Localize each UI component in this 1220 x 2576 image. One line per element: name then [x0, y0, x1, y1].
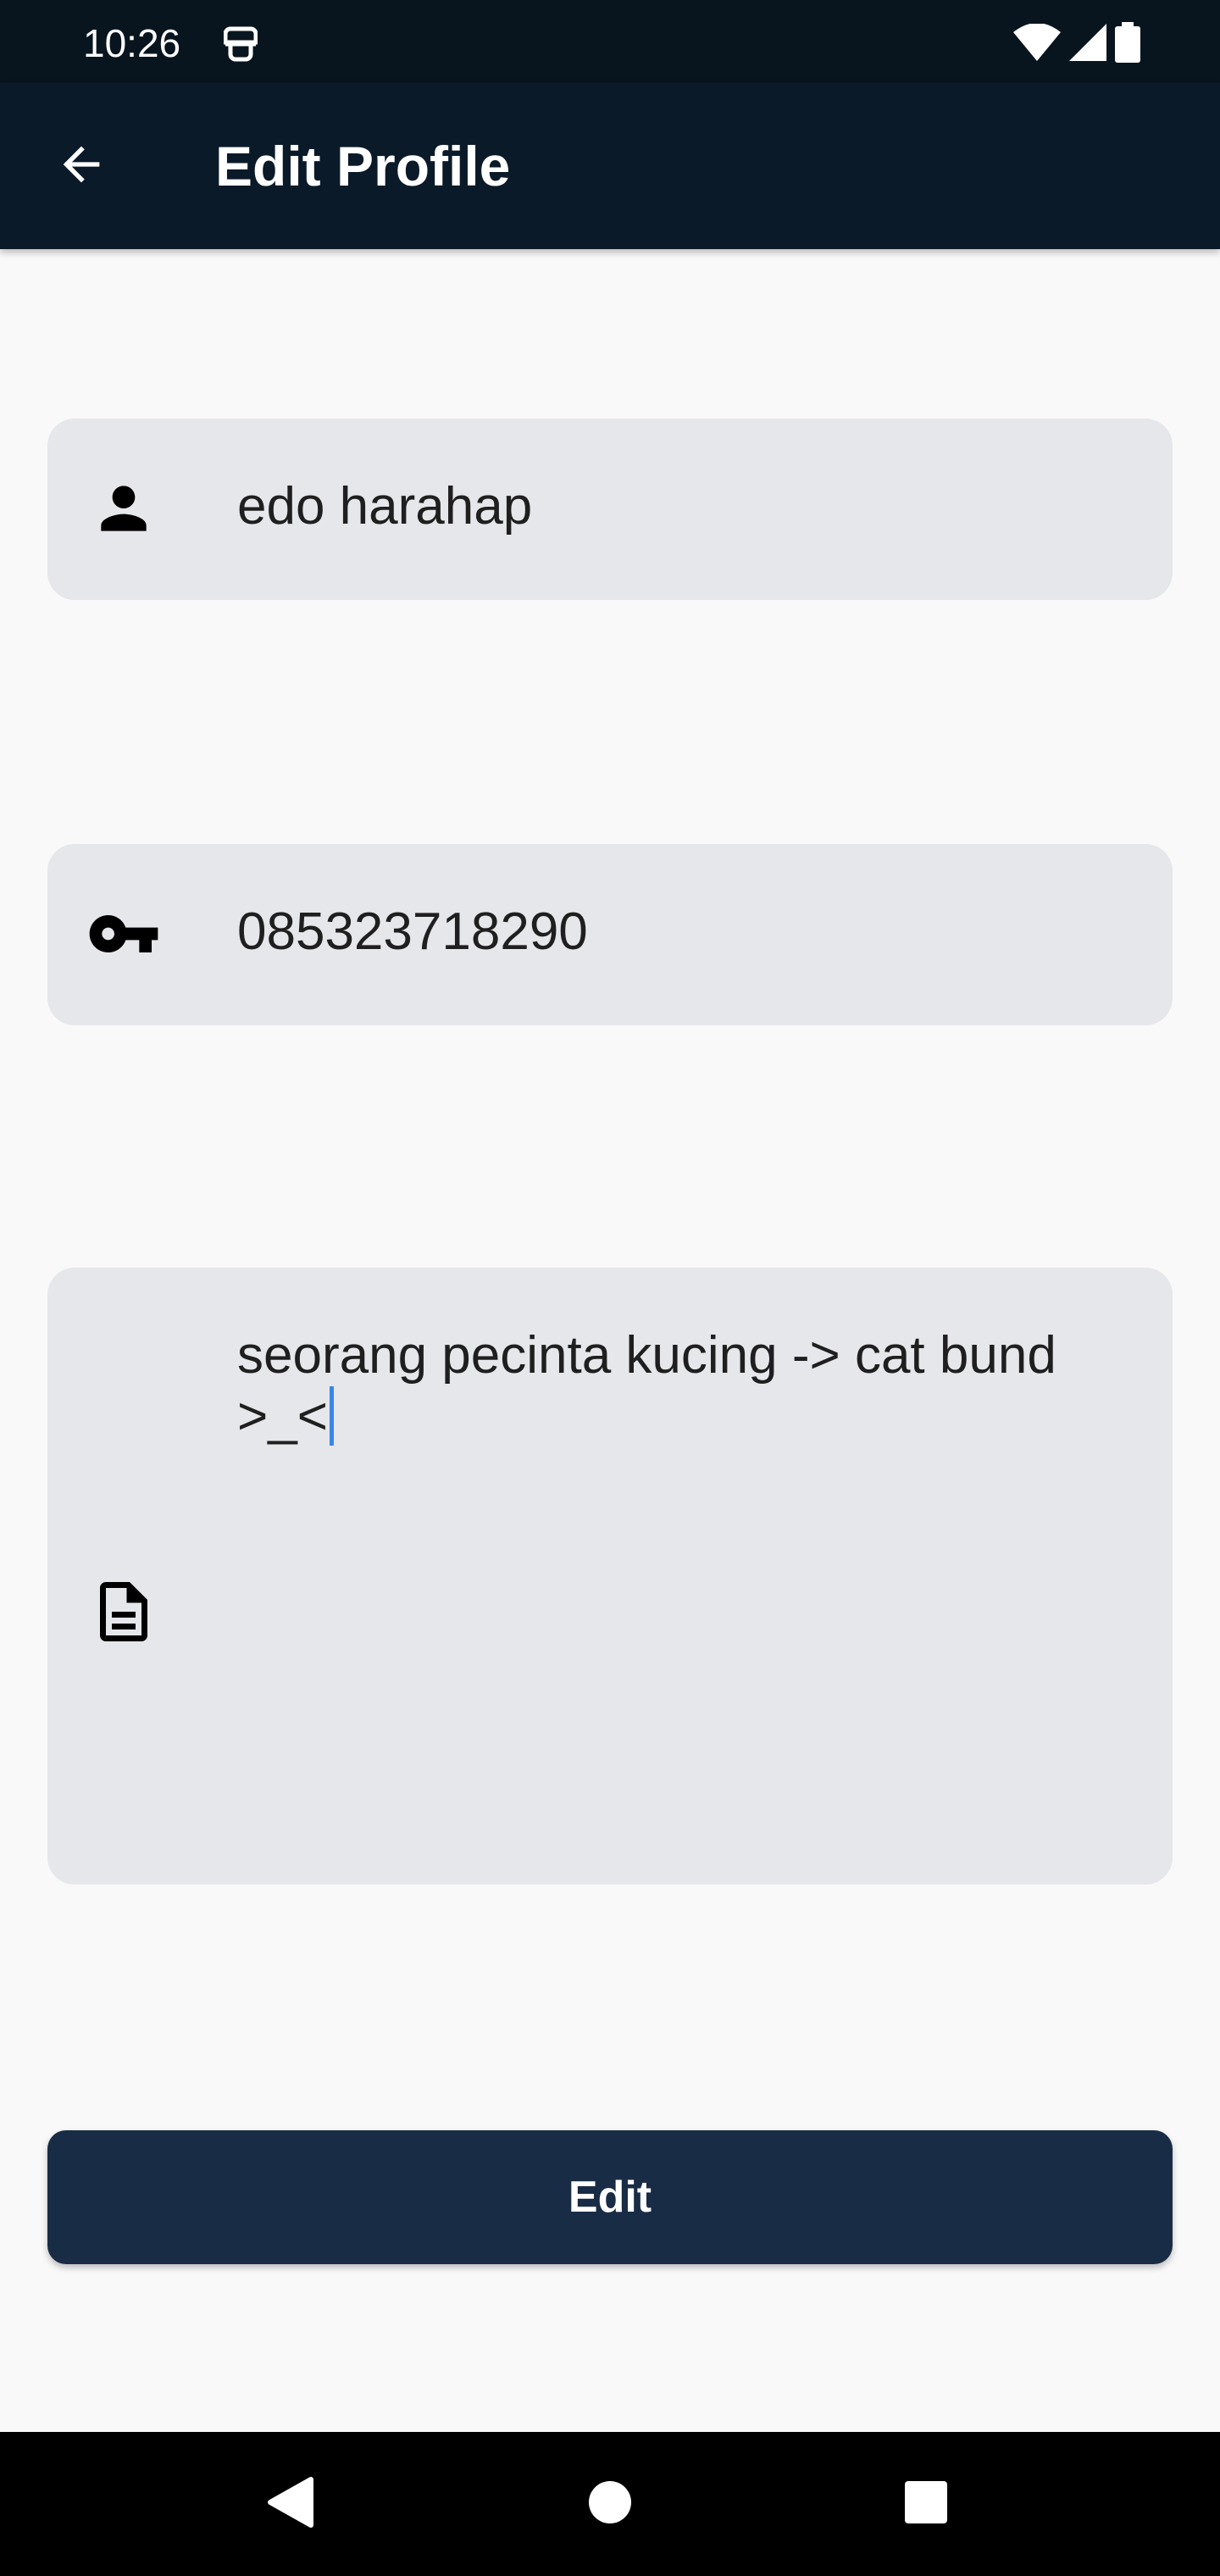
status-bar: 10:26 [0, 0, 1220, 83]
back-triangle-icon [267, 2476, 314, 2533]
cellular-signal-icon [1069, 24, 1106, 65]
home-circle-icon [587, 2479, 633, 2529]
key-icon [86, 897, 161, 971]
status-time: 10:26 [83, 21, 181, 65]
recents-square-icon [903, 2479, 949, 2529]
app-notification-icon [223, 24, 258, 64]
bio-value: seorang pecinta kucing -> cat bund >_< [237, 1325, 1105, 1447]
wifi-icon [1013, 23, 1061, 65]
nav-home-button[interactable] [574, 2468, 646, 2540]
bio-field[interactable]: seorang pecinta kucing -> cat bund >_< [47, 1268, 1173, 1885]
phone-field[interactable]: 085323718290 [47, 844, 1173, 1025]
name-value: edo harahap [237, 477, 533, 536]
status-icons [1013, 22, 1140, 67]
navigation-bar [0, 2432, 1220, 2576]
text-caret [329, 1386, 334, 1446]
nav-recents-button[interactable] [890, 2468, 962, 2540]
back-button[interactable] [41, 125, 122, 207]
person-icon [86, 471, 161, 546]
edit-button[interactable]: Edit [47, 2130, 1173, 2264]
phone-value: 085323718290 [237, 902, 588, 961]
arrow-back-icon [54, 137, 108, 196]
page-title: Edit Profile [215, 135, 511, 197]
bio-text: seorang pecinta kucing -> cat bund >_< [237, 1326, 1056, 1446]
nav-back-button[interactable] [254, 2468, 327, 2540]
app-bar: Edit Profile [0, 83, 1220, 249]
document-icon [86, 1574, 161, 1649]
name-field[interactable]: edo harahap [47, 419, 1173, 600]
battery-icon [1115, 22, 1140, 67]
